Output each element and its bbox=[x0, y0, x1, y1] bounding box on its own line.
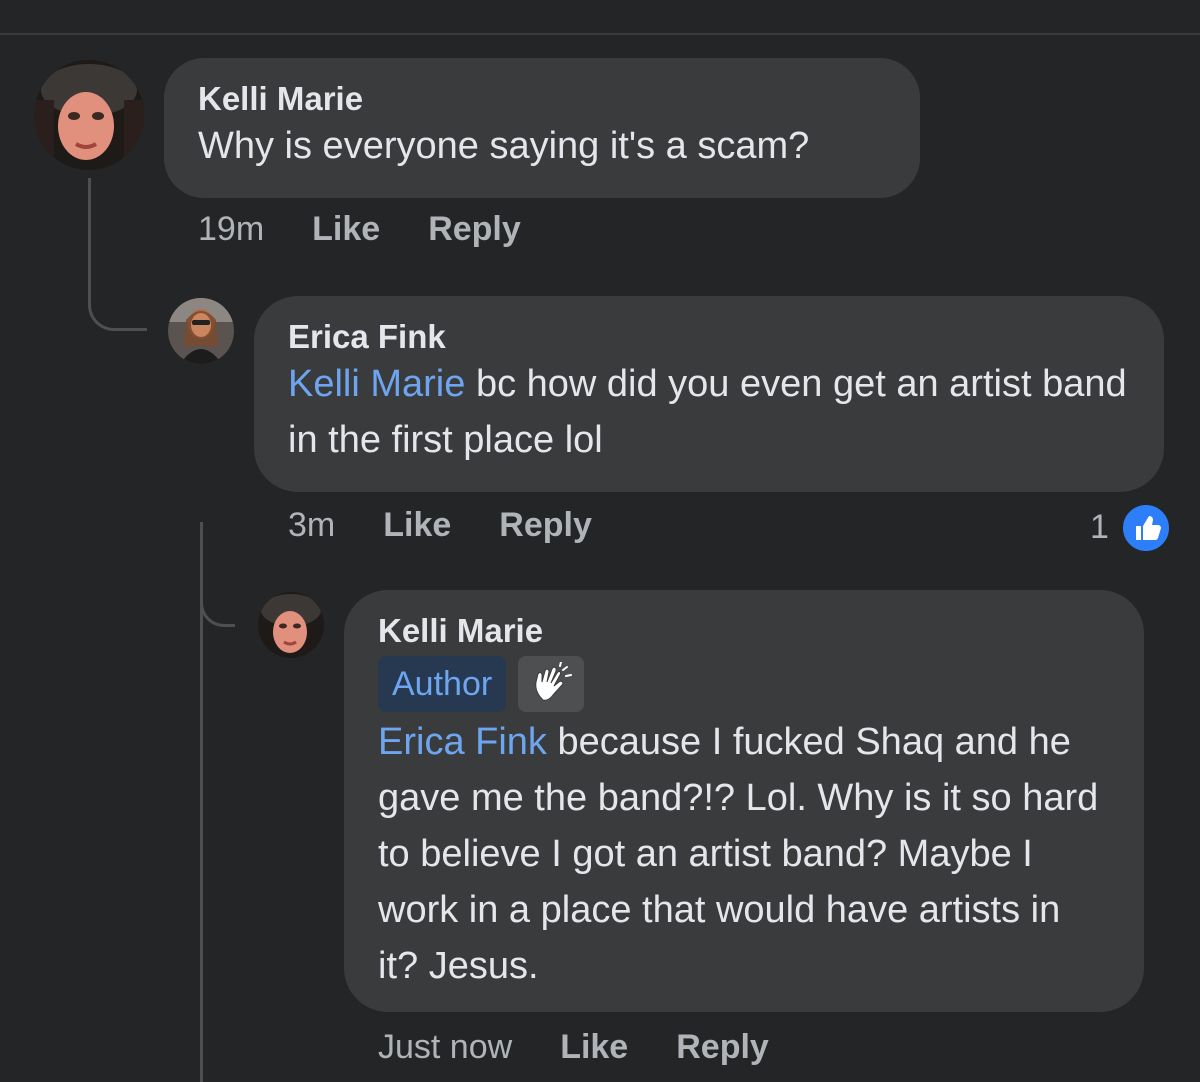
avatar[interactable] bbox=[34, 60, 144, 170]
thread-connector bbox=[200, 570, 235, 627]
comment-bubble: Erica Fink Kelli Marie bc how did you ev… bbox=[254, 296, 1164, 492]
comment-text: Erica Fink because I fucked Shaq and he … bbox=[378, 714, 1110, 994]
like-button[interactable]: Like bbox=[560, 1028, 628, 1067]
avatar[interactable] bbox=[168, 298, 234, 364]
comment-actions: 19m Like Reply bbox=[198, 210, 521, 249]
avatar[interactable] bbox=[258, 592, 324, 658]
thumbs-up-icon[interactable] bbox=[1120, 502, 1172, 554]
badge-row: Author bbox=[378, 656, 1110, 712]
reply-button[interactable]: Reply bbox=[428, 210, 521, 249]
comment-timestamp[interactable]: 3m bbox=[288, 506, 335, 545]
reply-button[interactable]: Reply bbox=[499, 506, 592, 545]
comment-text: Kelli Marie bc how did you even get an a… bbox=[288, 356, 1130, 468]
mention-link[interactable]: Kelli Marie bbox=[288, 363, 465, 405]
comment-timestamp[interactable]: Just now bbox=[378, 1028, 512, 1067]
comment-text: Why is everyone saying it's a scam? bbox=[198, 125, 810, 167]
like-button[interactable]: Like bbox=[312, 210, 380, 249]
top-divider bbox=[0, 33, 1200, 35]
thread-connector bbox=[88, 178, 147, 331]
comment-timestamp[interactable]: 19m bbox=[198, 210, 264, 249]
author-name[interactable]: Kelli Marie bbox=[198, 80, 886, 118]
like-button[interactable]: Like bbox=[383, 506, 451, 545]
reply-button[interactable]: Reply bbox=[676, 1028, 769, 1067]
comment-actions: Just now Like Reply bbox=[378, 1028, 769, 1067]
waving-hand-icon bbox=[518, 656, 585, 712]
author-badge: Author bbox=[378, 656, 507, 712]
author-name[interactable]: Erica Fink bbox=[288, 318, 1130, 356]
comment-actions: 3m Like Reply bbox=[288, 506, 592, 545]
author-name[interactable]: Kelli Marie bbox=[378, 612, 1110, 650]
comment-bubble: Kelli Marie Why is everyone saying it's … bbox=[164, 58, 920, 198]
comment-bubble: Kelli Marie Author Erica Fink because I … bbox=[344, 590, 1144, 1012]
reaction-count[interactable]: 1 bbox=[1090, 508, 1109, 547]
mention-link[interactable]: Erica Fink bbox=[378, 721, 547, 763]
